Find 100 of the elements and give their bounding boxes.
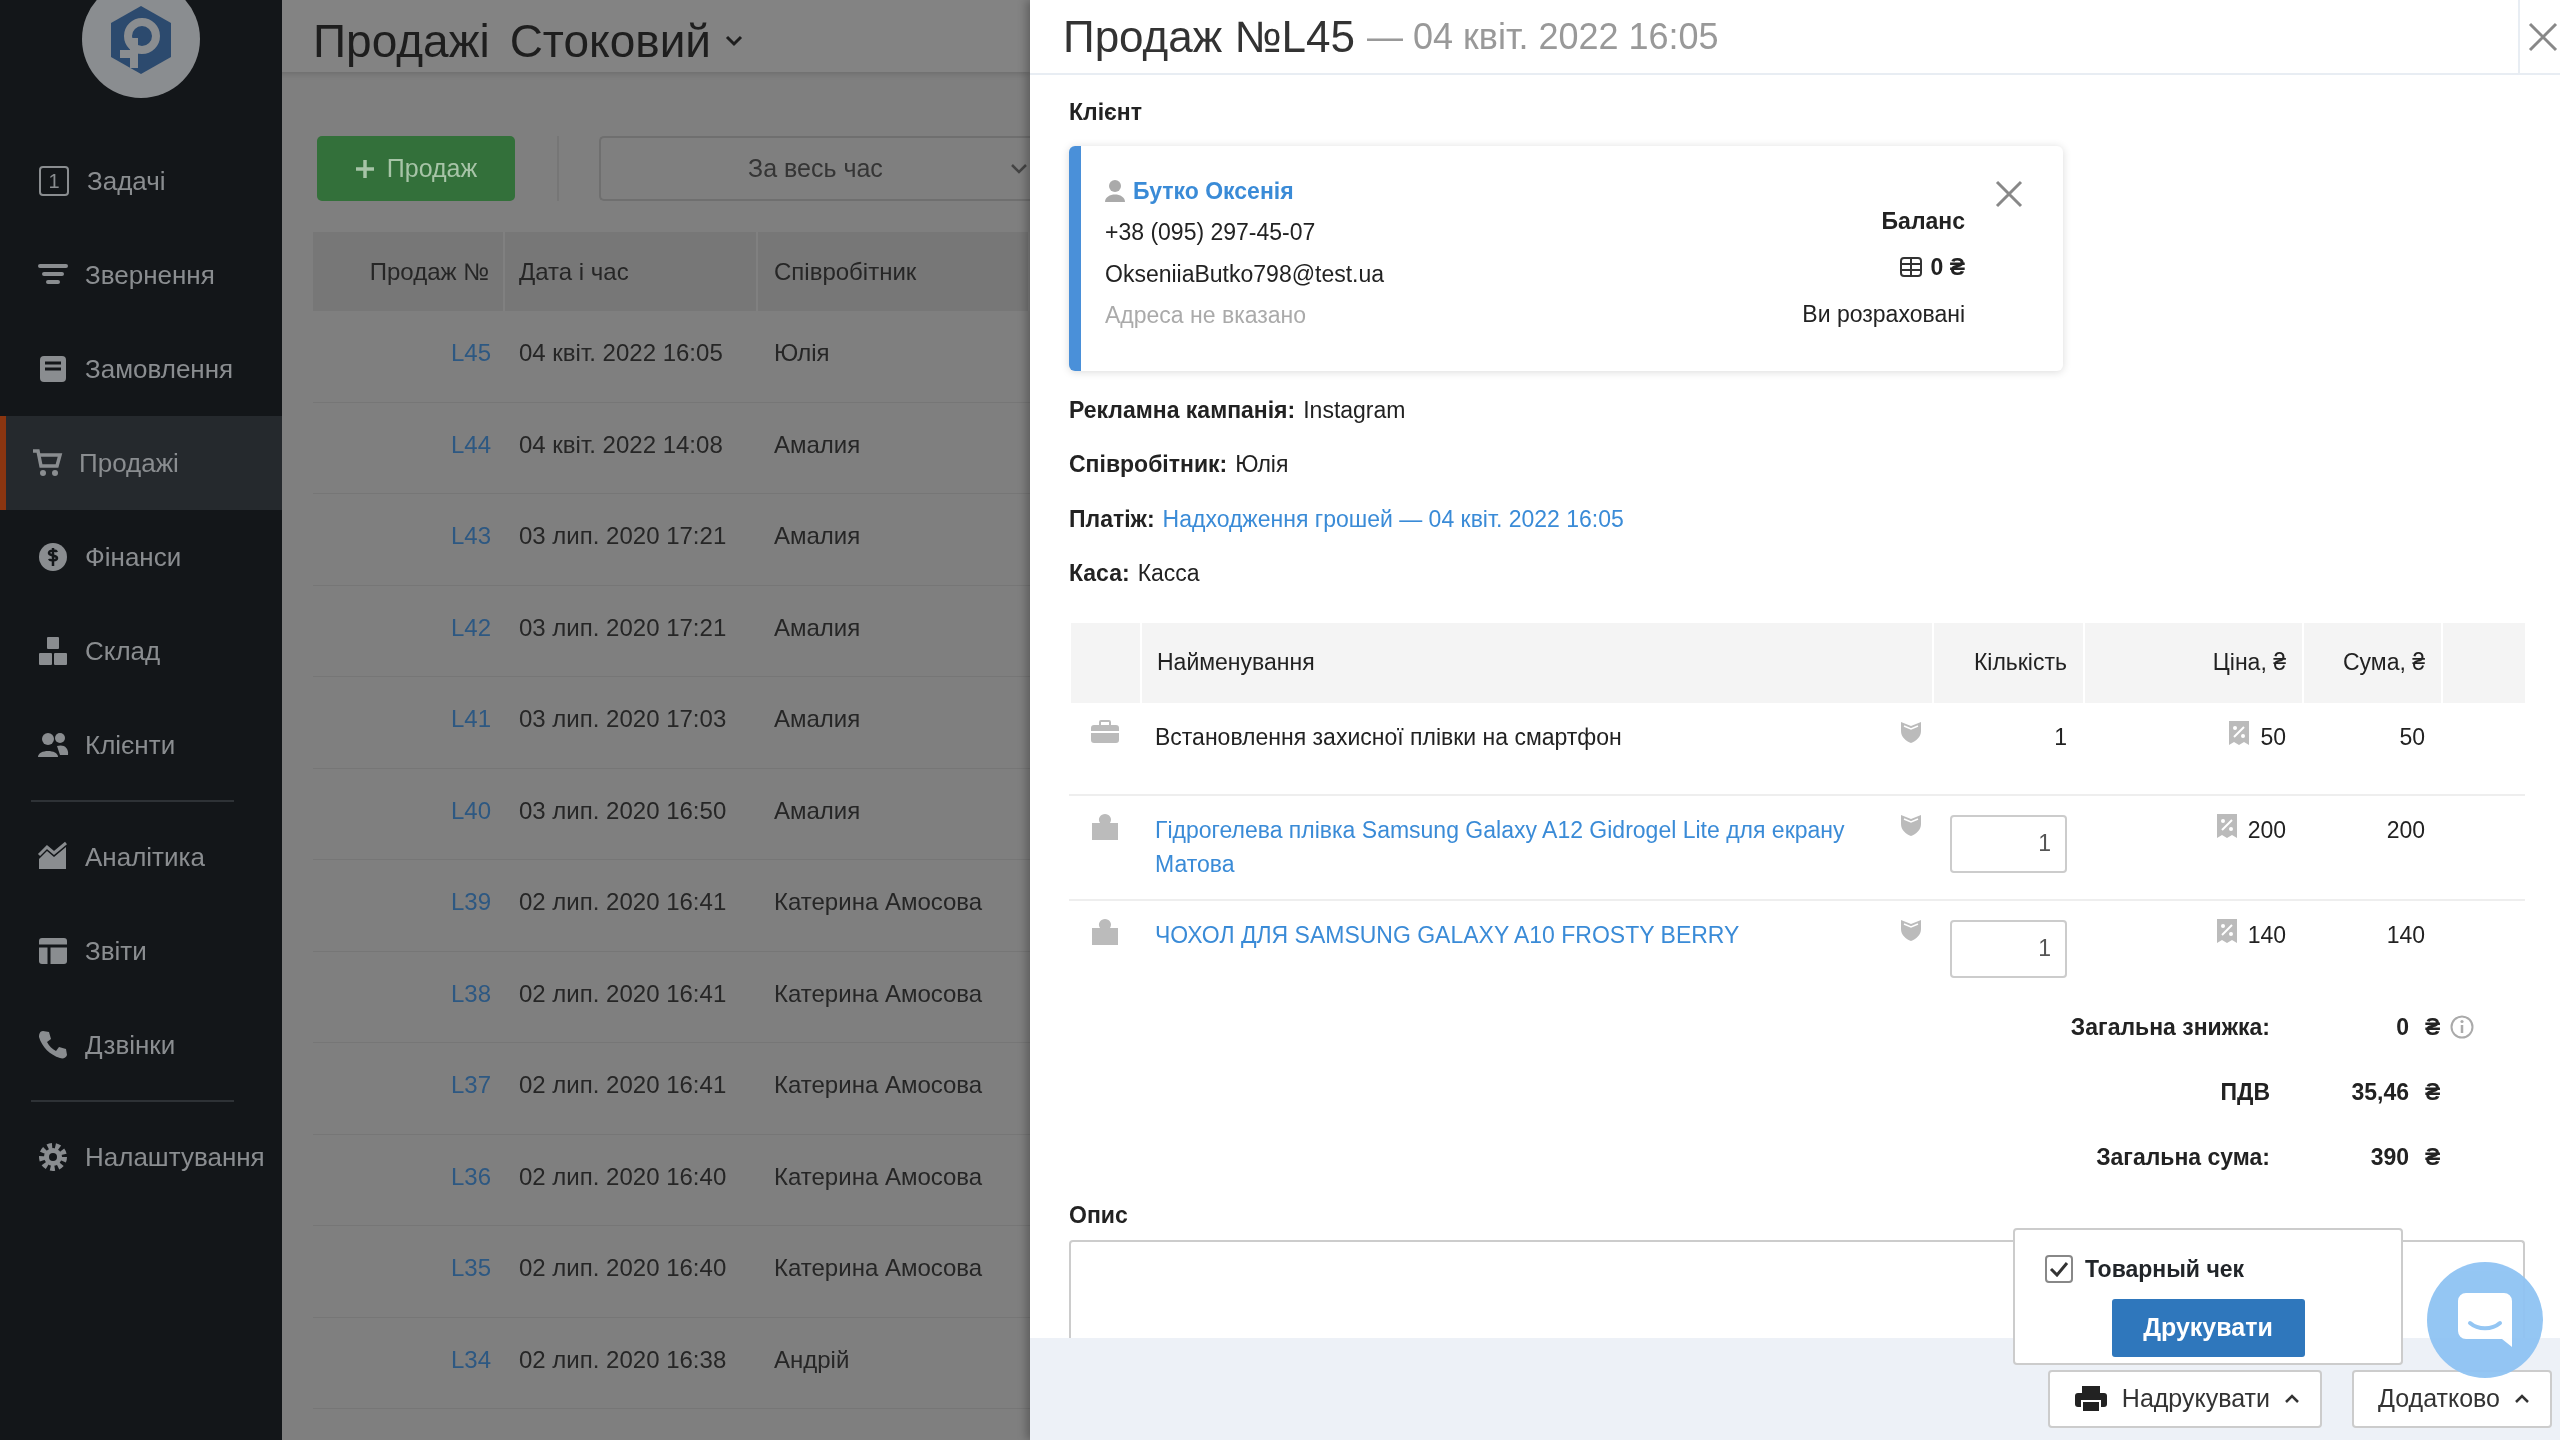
- sidebar-item[interactable]: 1 Задачі: [0, 134, 282, 228]
- balance-status: Ви розраховані: [1802, 299, 1965, 329]
- item-name: Встановлення захисної плівки на смартфон: [1155, 722, 1622, 752]
- field-label: Платіж:: [1069, 504, 1155, 534]
- sale-number-link[interactable]: L36: [450, 1158, 491, 1225]
- shield-icon: [1900, 917, 1922, 942]
- cart-icon: [31, 447, 63, 479]
- table-cell-text: Амалия: [773, 612, 862, 643]
- table-cell-text: 02 лип. 2020 16:41: [518, 978, 728, 1009]
- table-cell-text: Катерина Амосова: [773, 978, 984, 1009]
- payment-link[interactable]: Надходження грошей — 04 квіт. 2022 16:05: [1162, 501, 1624, 536]
- sidebar-item[interactable]: Склад: [0, 604, 282, 698]
- table-cell-text: Катерина Амосова: [773, 1161, 984, 1192]
- sidebar-label: Склад: [85, 634, 161, 668]
- sidebar-item[interactable]: Звіти: [0, 904, 282, 998]
- message-icon: [37, 353, 69, 385]
- sidebar-label: Продажі: [79, 446, 179, 480]
- table-cell-text: 02 лип. 2020 16:38: [518, 1344, 728, 1375]
- receipt-checkbox[interactable]: [2045, 1255, 2073, 1284]
- panel-title: Продаж №L45: [1063, 10, 1355, 63]
- column-header: Ціна, ₴: [2083, 622, 2302, 703]
- table-cell-text: Амалия: [773, 521, 862, 551]
- sale-number-link[interactable]: L38: [450, 975, 491, 1042]
- table-cell-text: 02 лип. 2020 16:41: [518, 887, 728, 917]
- quantity-field[interactable]: 1: [1950, 919, 2067, 978]
- briefcase-icon: [1089, 719, 1120, 744]
- add-sale-button[interactable]: Продаж: [317, 136, 515, 201]
- sidebar-label: Налаштування: [85, 1140, 265, 1174]
- sale-number-link[interactable]: L39: [450, 884, 491, 951]
- sale-number-link[interactable]: L35: [450, 1250, 491, 1317]
- shield-icon: [1900, 812, 1922, 837]
- sidebar-item[interactable]: Клієнти: [0, 698, 282, 792]
- sidebar-item[interactable]: Аналітика: [0, 810, 282, 904]
- balance-label: Баланс: [1881, 206, 1965, 236]
- sum-value: 140: [2385, 920, 2426, 950]
- sidebar-label: Задачі: [87, 164, 166, 198]
- price-value: 200: [2247, 815, 2286, 845]
- sale-number-link[interactable]: L40: [450, 792, 491, 859]
- table-cell-text: Амалия: [773, 795, 862, 826]
- period-select[interactable]: За весь час: [599, 136, 1030, 201]
- table-cell-text: Катерина Амосова: [773, 1253, 984, 1283]
- coin-icon: [37, 541, 69, 573]
- gear-icon: [37, 1141, 69, 1173]
- sidebar-item[interactable]: Фінанси: [0, 510, 282, 604]
- table-cell-text: 03 лип. 2020 17:21: [518, 521, 728, 551]
- sum-value: 200: [2385, 815, 2426, 845]
- quantity-field[interactable]: 1: [1950, 814, 2067, 873]
- sidebar-label: Замовлення: [85, 352, 234, 386]
- sale-number-link[interactable]: L41: [450, 701, 491, 768]
- sidebar-item[interactable]: Звернення: [0, 228, 282, 322]
- sidebar-item[interactable]: Продажі: [0, 416, 282, 510]
- total-value: 390: [2369, 1142, 2410, 1172]
- printer-icon: [2073, 1385, 2108, 1413]
- coins-icon: [1900, 257, 1923, 278]
- sidebar-label: Клієнти: [85, 728, 176, 762]
- caret-up-icon: [2284, 1394, 2300, 1404]
- sidebar-item[interactable]: Замовлення: [0, 322, 282, 416]
- sale-number-link[interactable]: L34: [450, 1341, 491, 1408]
- discount-icon: [2215, 917, 2238, 944]
- total-label: Загальна сума:: [2095, 1142, 2271, 1172]
- sale-number-link[interactable]: L45: [450, 335, 491, 402]
- sale-number-link[interactable]: L42: [450, 609, 491, 676]
- client-phone: +38 (095) 297-45-07: [1105, 218, 1317, 247]
- sidebar-item[interactable]: Налаштування: [0, 1110, 282, 1204]
- column-header: Продаж №: [313, 232, 505, 311]
- column-header: Дата і час: [505, 232, 758, 311]
- plus-icon: [354, 158, 375, 179]
- field-label: Рекламна кампанія:: [1069, 395, 1296, 425]
- view-dropdown[interactable]: Стоковий: [509, 18, 744, 64]
- quantity-value: 1: [2054, 722, 2067, 752]
- chevron-down-icon: [725, 35, 744, 47]
- section-label: Опис: [1069, 1200, 1129, 1230]
- more-menu-button[interactable]: Додатково: [2352, 1370, 2552, 1428]
- item-name-link[interactable]: ЧОХОЛ ДЛЯ SAMSUNG GALAXY A10 FROSTY BERRY: [1155, 917, 1740, 952]
- table-cell-text: 02 лип. 2020 16:40: [518, 1161, 728, 1192]
- client-name-link[interactable]: Бутко Оксенія: [1133, 173, 1294, 208]
- sum-value: 50: [2398, 722, 2426, 752]
- section-label: Клієнт: [1069, 98, 1143, 127]
- total-label: ПДВ: [2219, 1077, 2271, 1107]
- balance-value: 0 ₴: [1930, 253, 1965, 282]
- close-button[interactable]: [2518, 0, 2560, 74]
- boxes-icon: [37, 635, 69, 667]
- sale-number-link[interactable]: L43: [450, 518, 491, 585]
- discount-icon: [2228, 719, 2251, 746]
- item-name-link[interactable]: Гідрогелева плівка Samsung Galaxy A12 Gidrogel Lite для екрану Матова: [1155, 812, 1855, 882]
- logo-icon: [80, 0, 202, 100]
- sale-number-link[interactable]: L37: [450, 1067, 491, 1134]
- phone-icon: [37, 1029, 69, 1061]
- price-value: 50: [2260, 722, 2286, 752]
- total-label: Загальна знижка:: [2069, 1012, 2271, 1042]
- sale-number-link[interactable]: L44: [450, 426, 491, 493]
- sidebar-item[interactable]: Дзвінки: [0, 998, 282, 1092]
- sidebar-label: Дзвінки: [85, 1028, 176, 1062]
- print-button[interactable]: Друкувати: [2111, 1298, 2305, 1357]
- currency-sign: ₴: [2425, 1012, 2441, 1042]
- field-value: Касса: [1137, 559, 1200, 588]
- table-cell-text: Катерина Амосова: [773, 1070, 984, 1100]
- table-cell-text: 04 квіт. 2022 16:05: [518, 338, 724, 368]
- column-header: Сума, ₴: [2302, 622, 2441, 703]
- print-menu-button[interactable]: Надрукувати: [2047, 1370, 2322, 1428]
